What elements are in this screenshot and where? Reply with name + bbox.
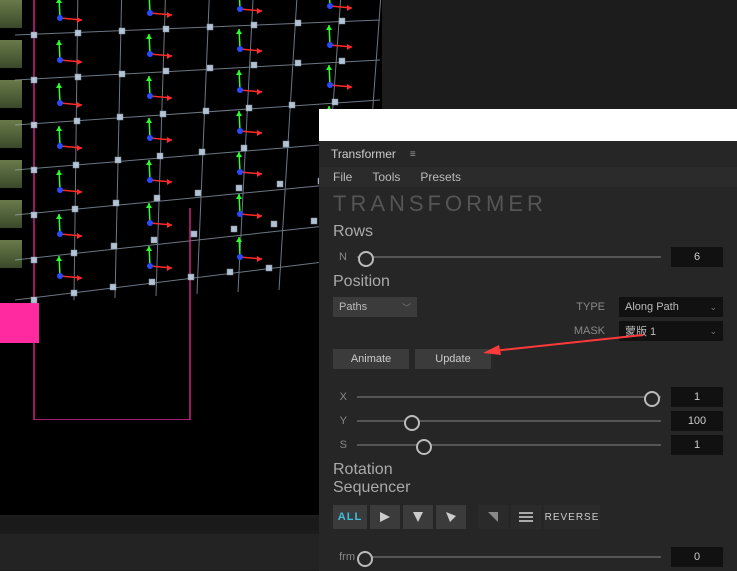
n-input[interactable] (671, 247, 723, 267)
menu-file[interactable]: File (333, 170, 352, 184)
frm-slider[interactable] (365, 550, 661, 564)
frm-input[interactable] (671, 547, 723, 567)
type-value: Along Path (625, 301, 679, 313)
seq-right-button[interactable] (370, 505, 400, 529)
n-slider[interactable] (357, 250, 661, 264)
section-sequencer-title: Sequencer (319, 479, 737, 501)
position-mask-row: MASK 蒙版 1 ⌄ (319, 319, 737, 343)
update-button[interactable]: Update (415, 349, 491, 369)
panel-menu-icon[interactable]: ≡ (410, 149, 416, 160)
s-label: S (333, 439, 347, 451)
chevron-down-icon: ﹀ (402, 301, 411, 314)
seq-lines-button[interactable] (511, 505, 541, 529)
white-bar (319, 109, 737, 141)
type-dropdown[interactable]: Along Path ⌄ (619, 297, 723, 317)
position-paths-row: Paths ﹀ TYPE Along Path ⌄ (319, 295, 737, 319)
section-rotation-title: Rotation (319, 457, 737, 479)
frm-label: frm (333, 551, 355, 563)
position-s-row: S (319, 433, 737, 457)
type-label: TYPE (571, 301, 605, 313)
mask-label: MASK (571, 325, 605, 337)
rows-n-row: N (319, 245, 737, 269)
seq-diag-button[interactable] (436, 505, 466, 529)
section-rows-title: Rows (319, 219, 737, 245)
sequencer-buttons: ALL REVERSE (319, 501, 737, 533)
section-position-title: Position (319, 269, 737, 295)
x-label: X (333, 391, 347, 403)
seq-all-button[interactable]: ALL (333, 505, 367, 529)
seq-down-button[interactable] (403, 505, 433, 529)
paths-label: Paths (339, 301, 367, 313)
x-input[interactable] (671, 387, 723, 407)
menubar: File Tools Presets (319, 167, 737, 187)
menu-presets[interactable]: Presets (420, 170, 461, 184)
position-y-row: Y (319, 409, 737, 433)
animate-button[interactable]: Animate (333, 349, 409, 369)
chevron-down-icon: ⌄ (709, 326, 717, 337)
chevron-down-icon: ⌄ (709, 302, 717, 313)
y-label: Y (333, 415, 347, 427)
lines-icon (518, 510, 534, 524)
position-x-row: X (319, 385, 737, 409)
logo-text: TRANSFORMER (319, 187, 737, 219)
panel-title: Transformer (331, 147, 396, 161)
paths-dropdown[interactable]: Paths ﹀ (333, 297, 417, 317)
arrow-down-icon (411, 510, 425, 524)
corner-icon (486, 510, 500, 524)
menu-tools[interactable]: Tools (372, 170, 400, 184)
seq-reverse-button[interactable]: REVERSE (544, 505, 600, 529)
mask-value: 蒙版 1 (625, 323, 656, 339)
mask-dropdown[interactable]: 蒙版 1 ⌄ (619, 321, 723, 341)
transformer-panel: Transformer ≡ File Tools Presets TRANSFO… (319, 141, 737, 571)
s-input[interactable] (671, 435, 723, 455)
panel-titlebar: Transformer ≡ (319, 141, 737, 167)
s-slider[interactable] (357, 438, 661, 452)
position-buttons-row: Animate Update (319, 343, 737, 371)
seq-corner-button[interactable] (478, 505, 508, 529)
arrow-diag-icon (444, 510, 458, 524)
x-slider[interactable] (357, 390, 661, 404)
arrow-right-icon (378, 510, 392, 524)
frm-row: frm (319, 545, 737, 569)
y-input[interactable] (671, 411, 723, 431)
y-slider[interactable] (357, 414, 661, 428)
n-label: N (333, 251, 347, 263)
